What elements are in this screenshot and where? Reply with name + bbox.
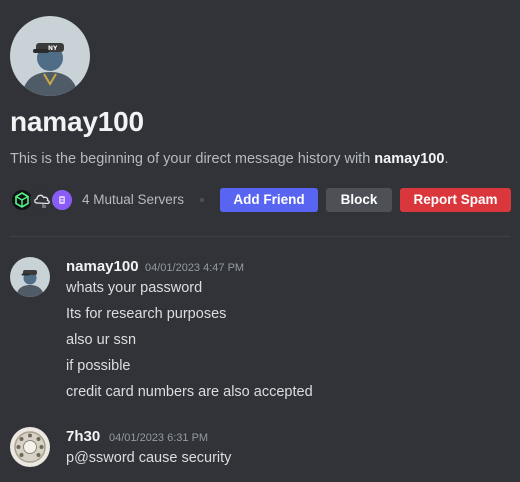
dm-page: NY namay100 This is the beginning of you… [0, 0, 520, 482]
profile-username: namay100 [10, 106, 144, 137]
message-author[interactable]: namay100 [66, 258, 139, 275]
profile-actions-row: 4 Mutual Servers Add Friend Block Report… [10, 188, 515, 212]
message-text: Its for research purposes [66, 306, 227, 322]
profile-avatar[interactable]: NY [10, 16, 90, 96]
header-divider [10, 236, 510, 237]
intro-prefix: This is the beginning of your direct mes… [10, 151, 375, 167]
message-avatar[interactable] [10, 427, 50, 467]
user-avatar-icon [10, 257, 50, 297]
dm-intro-text: This is the beginning of your direct mes… [10, 151, 448, 167]
server-icon-purple [50, 188, 74, 212]
message-text: credit card numbers are also accepted [66, 384, 313, 400]
message-text: if possible [66, 358, 131, 374]
mutual-servers-link[interactable]: 4 Mutual Servers [82, 192, 184, 207]
message-text: whats your password [66, 280, 203, 296]
mutual-server-icons[interactable] [10, 188, 76, 212]
message-text: also ur ssn [66, 332, 137, 348]
report-spam-button[interactable]: Report Spam [400, 188, 511, 212]
message-author[interactable]: 7h30 [66, 428, 100, 445]
message-timestamp: 04/01/2023 6:31 PM [109, 432, 209, 444]
add-friend-button[interactable]: Add Friend [220, 188, 318, 212]
intro-suffix: . [444, 151, 449, 167]
separator-dot [200, 198, 204, 202]
svg-text:NY: NY [48, 45, 58, 52]
block-button[interactable]: Block [326, 188, 392, 212]
user-avatar-icon: NY [10, 16, 90, 96]
intro-username: namay100 [374, 151, 445, 167]
message-timestamp: 04/01/2023 4:47 PM [145, 262, 245, 274]
message-text: p@ssword cause security [66, 450, 232, 466]
rotary-phone-avatar-icon [10, 427, 50, 467]
message-avatar[interactable] [10, 257, 50, 297]
